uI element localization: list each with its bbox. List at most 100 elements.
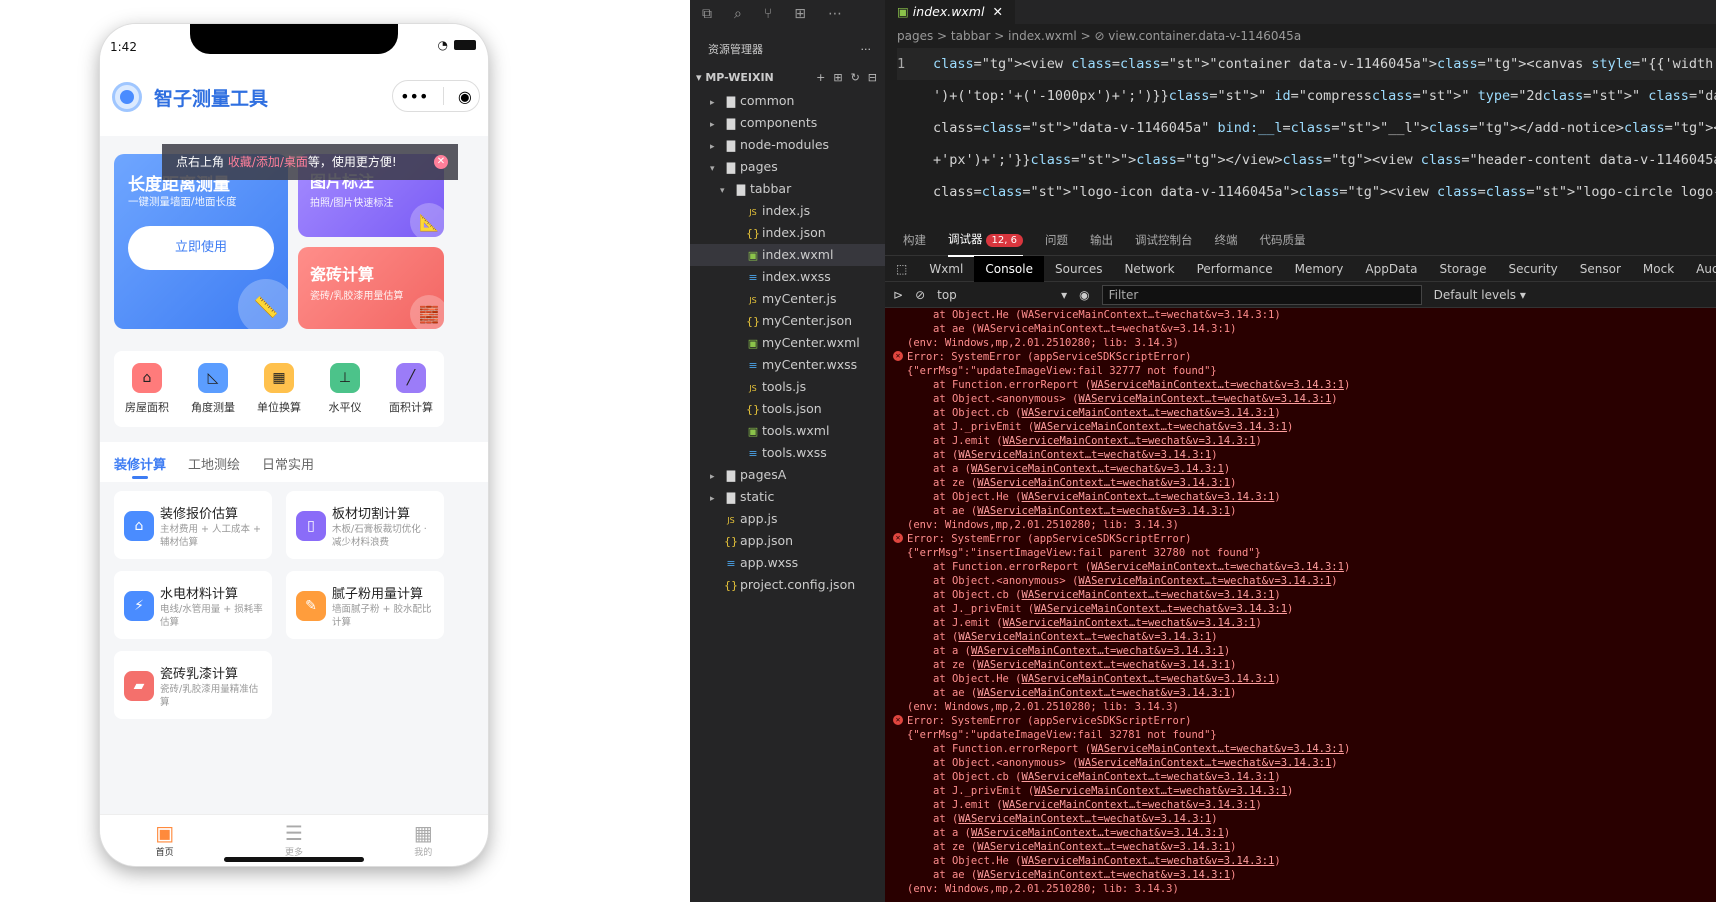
stack-link[interactable]: WAServiceMainContext…t=wechat&v=3.14.3:1 xyxy=(1022,673,1275,685)
quick-level[interactable]: ⊥ 水平仪 xyxy=(315,363,375,427)
tool-putty[interactable]: ✎ 腻子粉用量计算 墙面腻子粉 + 胶水配比计算 xyxy=(286,571,444,639)
stack-link[interactable]: WAServiceMainContext…t=wechat&v=3.14.3:1 xyxy=(1034,603,1287,615)
card-tile-calc[interactable]: 瓷砖计算 瓷砖/乳胶漆用量估算 🧱 xyxy=(298,247,444,329)
tool-quote-estimate[interactable]: ⌂ 装修报价估算 主材费用 + 人工成本 + 辅材估算 xyxy=(114,491,272,559)
breadcrumb[interactable]: pages > tabbar > index.wxml > ⊘ view.con… xyxy=(885,24,1716,48)
search-icon[interactable]: ⌕ xyxy=(734,6,742,26)
tabbar-mine[interactable]: ▦ 我的 xyxy=(393,815,453,866)
stack-link[interactable]: WAServiceMainContext…t=wechat&v=3.14.3:1 xyxy=(971,827,1224,839)
code-line[interactable]: 1 class="tg"><view class=class="st">"cont… xyxy=(897,48,1716,80)
refresh-icon[interactable]: ↻ xyxy=(851,66,860,90)
devtools-top-tab[interactable]: 输出 xyxy=(1090,232,1113,248)
tree-item[interactable]: ≡ myCenter.wxss xyxy=(690,354,885,376)
project-section-header[interactable]: ▾ MP-WEIXIN + ⊞ ↻ ⊟ xyxy=(690,66,885,90)
tab-renovation[interactable]: 装修计算 xyxy=(114,442,166,482)
devtools-tab[interactable]: Storage xyxy=(1429,256,1498,282)
editor-tab-index-wxml[interactable]: ▣ index.wxml ✕ xyxy=(885,0,1015,24)
stack-link[interactable]: WAServiceMainContext…t=wechat&v=3.14.3:1 xyxy=(1022,771,1275,783)
devtools-top-tab[interactable]: 代码质量 xyxy=(1259,232,1305,248)
use-now-button[interactable]: 立即使用 xyxy=(128,226,274,270)
tree-item[interactable]: ≡ tools.wxss xyxy=(690,442,885,464)
tool-tile-paint[interactable]: ▰ 瓷砖乳漆计算 瓷砖/乳胶漆用量精准估算 xyxy=(114,651,272,719)
quick-unit-convert[interactable]: ▦ 单位换算 xyxy=(249,363,309,427)
explorer-more-icon[interactable]: ··· xyxy=(861,36,872,64)
devtools-top-tab[interactable]: 终端 xyxy=(1214,232,1237,248)
error-entry[interactable]: ✕ Error: SystemError (appServiceSDKScript… xyxy=(893,532,1716,546)
extensions-icon[interactable]: ⊞ xyxy=(794,6,806,26)
eye-icon[interactable]: ◉ xyxy=(1079,288,1089,302)
tree-item[interactable]: ≡ app.wxss xyxy=(690,552,885,574)
tree-item[interactable]: ▸ ▇ components xyxy=(690,112,885,134)
devtools-tab[interactable]: Security xyxy=(1497,256,1568,282)
filter-input[interactable]: Filter xyxy=(1101,284,1422,305)
tabbar-home[interactable]: ▣ 首页 xyxy=(135,815,195,866)
collapse-icon[interactable]: ⊟ xyxy=(868,66,877,90)
error-entry[interactable]: ✕ Error: SystemError (appServiceSDKScript… xyxy=(893,714,1716,728)
stack-link[interactable]: WAServiceMainContext…t=wechat&v=3.14.3:1 xyxy=(977,841,1230,853)
clear-console-icon[interactable]: ⊘ xyxy=(915,288,925,302)
stack-link[interactable]: WAServiceMainContext…t=wechat&v=3.14.3:1 xyxy=(958,449,1211,461)
devtools-tab[interactable]: Audits xyxy=(1685,256,1716,282)
tree-item[interactable]: {} app.json xyxy=(690,530,885,552)
devtools-tab[interactable]: Sources xyxy=(1044,256,1113,282)
tree-item[interactable]: ▸ ▇ pagesA xyxy=(690,464,885,486)
stack-link[interactable]: WAServiceMainContext…t=wechat&v=3.14.3:1 xyxy=(1022,407,1275,419)
stack-link[interactable]: WAServiceMainContext…t=wechat&v=3.14.3:1 xyxy=(1022,855,1275,867)
more-icon[interactable]: ••• xyxy=(400,87,428,106)
tree-item[interactable]: JS index.js xyxy=(690,200,885,222)
tree-item[interactable]: ▸ ▇ common xyxy=(690,90,885,112)
new-folder-icon[interactable]: ⊞ xyxy=(833,66,842,90)
tree-item[interactable]: JS tools.js xyxy=(690,376,885,398)
devtools-tab[interactable]: Console xyxy=(974,255,1044,282)
stack-link[interactable]: WAServiceMainContext…t=wechat&v=3.14.3:1 xyxy=(971,463,1224,475)
stack-link[interactable]: WAServiceMainContext…t=wechat&v=3.14.3:1 xyxy=(1022,491,1275,503)
tree-item[interactable]: ▣ myCenter.wxml xyxy=(690,332,885,354)
stack-link[interactable]: WAServiceMainContext…t=wechat&v=3.14.3:1 xyxy=(977,659,1230,671)
devtools-tab[interactable]: Mock xyxy=(1632,256,1685,282)
stack-link[interactable]: WAServiceMainContext…t=wechat&v=3.14.3:1 xyxy=(958,813,1211,825)
devtools-top-tab[interactable]: 问题 xyxy=(1045,232,1068,248)
tree-item[interactable]: ▾ ▇ tabbar xyxy=(690,178,885,200)
code-line[interactable]: class=class="st">"logo-icon data-v-11460… xyxy=(897,176,1716,208)
stack-link[interactable]: WAServiceMainContext…t=wechat&v=3.14.3:1 xyxy=(1034,421,1287,433)
source-control-icon[interactable]: ⑂ xyxy=(764,6,772,26)
tree-item[interactable]: {} index.json xyxy=(690,222,885,244)
new-file-icon[interactable]: + xyxy=(816,66,825,90)
tree-item[interactable]: JS app.js xyxy=(690,508,885,530)
devtools-tab[interactable]: Sensor xyxy=(1569,256,1632,282)
devtools-tab[interactable]: Performance xyxy=(1186,256,1284,282)
quick-area-calc[interactable]: ╱ 面积计算 xyxy=(381,363,441,427)
tab-daily[interactable]: 日常实用 xyxy=(262,442,314,482)
stack-link[interactable]: WAServiceMainContext…t=wechat&v=3.14.3:1 xyxy=(1091,743,1344,755)
stack-link[interactable]: WAServiceMainContext…t=wechat&v=3.14.3:1 xyxy=(1078,575,1331,587)
inspect-icon[interactable]: ⬚ xyxy=(885,256,918,282)
tree-item[interactable]: JS myCenter.js xyxy=(690,288,885,310)
tip-close-icon[interactable]: ✕ xyxy=(434,155,448,169)
tool-board-cut[interactable]: ▯ 板材切割计算 木板/石膏板裁切优化 · 减少材料浪费 xyxy=(286,491,444,559)
tree-item[interactable]: ▣ index.wxml xyxy=(690,244,885,266)
devtools-top-tab[interactable]: 调试器 12, 6 xyxy=(948,224,1023,257)
stack-link[interactable]: WAServiceMainContext…t=wechat&v=3.14.3:1 xyxy=(1091,379,1344,391)
sidebar-toggle-icon[interactable]: ⊳ xyxy=(893,288,903,302)
log-levels-dropdown[interactable]: Default levels ▾ xyxy=(1434,288,1526,302)
quick-angle[interactable]: ◺ 角度测量 xyxy=(183,363,243,427)
tree-item[interactable]: ▾ ▇ pages xyxy=(690,156,885,178)
stack-link[interactable]: WAServiceMainContext…t=wechat&v=3.14.3:1 xyxy=(1034,785,1287,797)
stack-link[interactable]: WAServiceMainContext…t=wechat&v=3.14.3:1 xyxy=(1078,757,1331,769)
quick-house-area[interactable]: ⌂ 房屋面积 xyxy=(117,363,177,427)
stack-link[interactable]: WAServiceMainContext…t=wechat&v=3.14.3:1 xyxy=(1078,393,1331,405)
close-icon[interactable]: ✕ xyxy=(992,4,1002,19)
context-selector[interactable]: top ▾ xyxy=(937,288,1067,302)
tree-item[interactable]: ▸ ▇ static xyxy=(690,486,885,508)
stack-link[interactable]: WAServiceMainContext…t=wechat&v=3.14.3:1 xyxy=(977,477,1230,489)
devtools-tab[interactable]: Network xyxy=(1113,256,1185,282)
tab-site-survey[interactable]: 工地测绘 xyxy=(188,442,240,482)
tree-item[interactable]: {} project.config.json xyxy=(690,574,885,596)
more-icon[interactable]: ⋯ xyxy=(828,6,842,26)
stack-link[interactable]: WAServiceMainContext…t=wechat&v=3.14.3:1 xyxy=(1022,589,1275,601)
stack-link[interactable]: WAServiceMainContext…t=wechat&v=3.14.3:1 xyxy=(1003,617,1256,629)
stack-link[interactable]: WAServiceMainContext…t=wechat&v=3.14.3:1 xyxy=(977,505,1230,517)
files-icon[interactable]: ⧉ xyxy=(702,6,712,26)
stack-link[interactable]: WAServiceMainContext…t=wechat&v=3.14.3:1 xyxy=(958,631,1211,643)
devtools-tab[interactable]: AppData xyxy=(1354,256,1428,282)
